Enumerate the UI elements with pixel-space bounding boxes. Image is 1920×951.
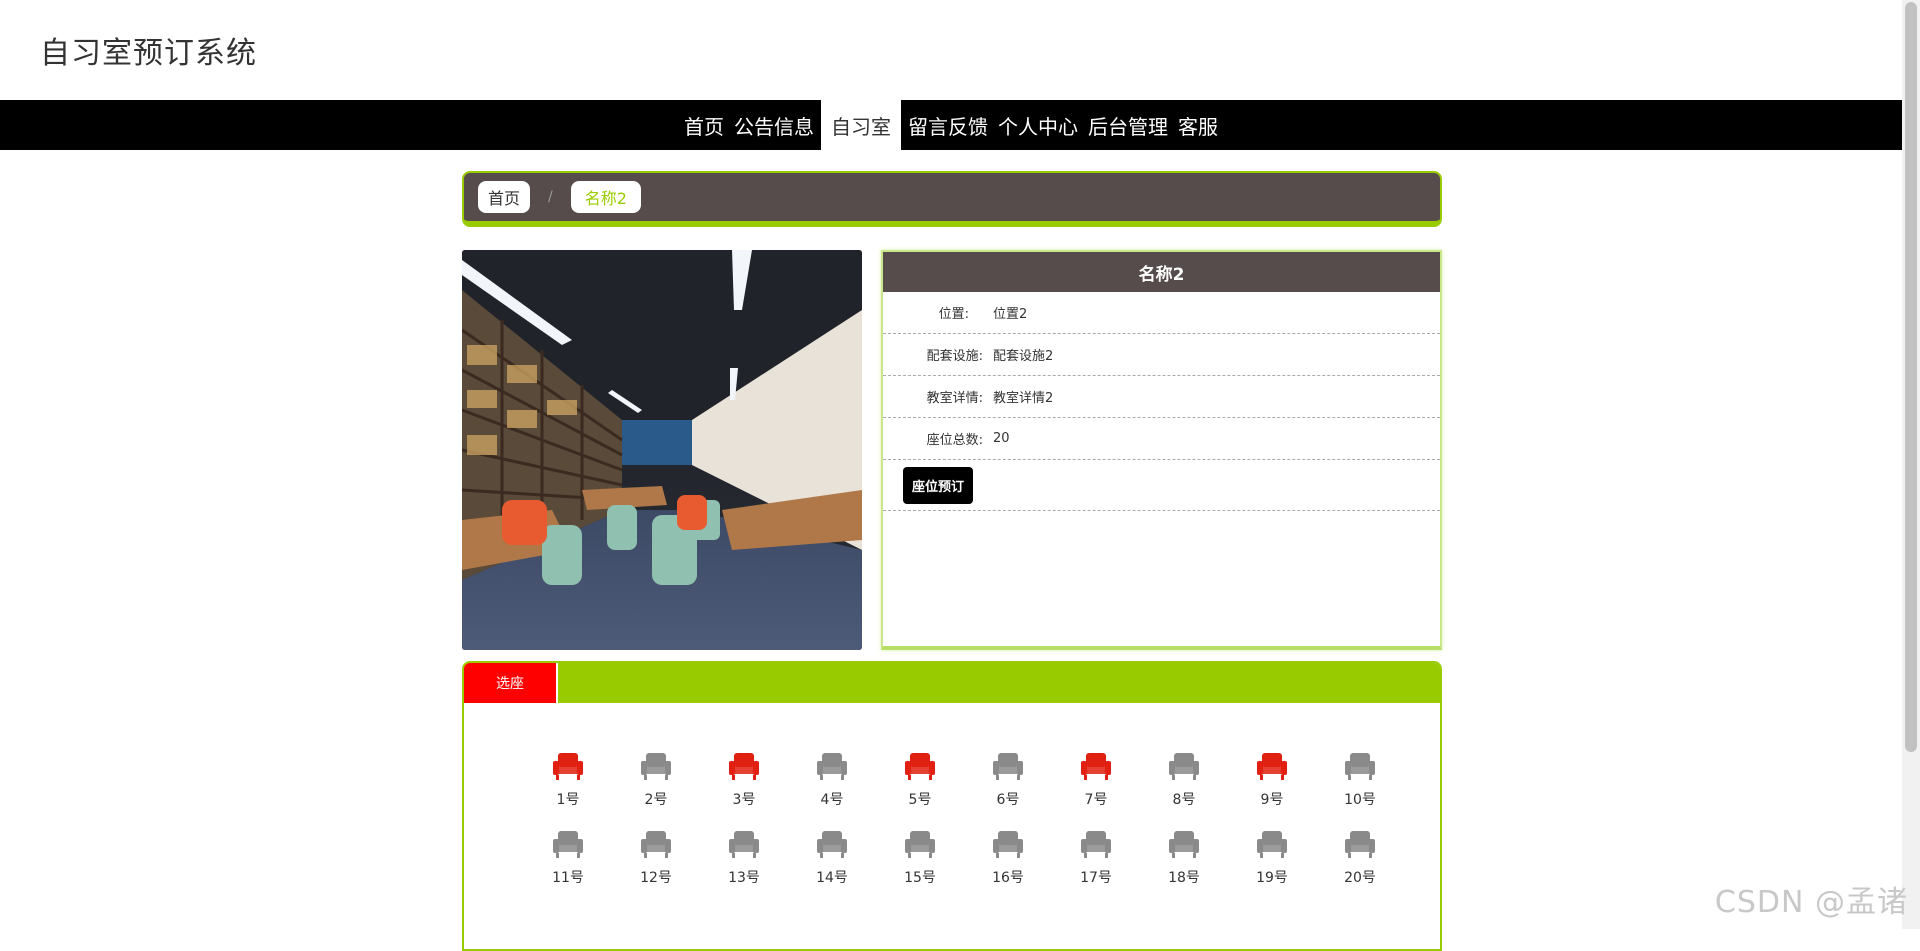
location-label: 位置: [938,307,969,322]
breadcrumb-home[interactable]: 首页 [478,181,531,213]
seat-label: 12号 [640,870,672,886]
seat-label: 19号 [1256,870,1288,886]
armchair-icon [817,831,847,858]
details-value: 教室详情2 [993,391,1054,406]
armchair-icon [553,831,583,858]
seat-16[interactable]: 16号 [964,829,1052,887]
armchair-icon [1345,753,1375,780]
nav-item-study-room[interactable]: 自习室 [821,100,901,150]
armchair-icon [553,753,583,780]
seat-label: 1号 [556,792,580,808]
armchair-icon [1345,831,1375,858]
seat-3[interactable]: 3号 [700,751,788,809]
info-row-facilities: 配套设施: 配套设施2 [883,334,1440,376]
seat-8[interactable]: 8号 [1140,751,1228,809]
armchair-icon [1081,753,1111,780]
seat-2[interactable]: 2号 [612,751,700,809]
nav-item-announcements[interactable]: 公告信息 [729,100,819,150]
main-nav: 首页 公告信息 自习室 留言反馈 个人中心 后台管理 客服 [0,100,1902,150]
info-row-location: 位置: 位置2 [883,292,1440,334]
armchair-icon [729,753,759,780]
seat-label: 11号 [552,870,584,886]
armchair-icon [641,831,671,858]
armchair-icon [817,753,847,780]
seat-label: 15号 [904,870,936,886]
nav-item-customer-service[interactable]: 客服 [1173,100,1223,150]
armchair-icon [1257,753,1287,780]
seat-label: 14号 [816,870,848,886]
armchair-icon [1169,831,1199,858]
watermark: CSDN @孟诸 [1714,885,1908,920]
seat-label: 4号 [820,792,844,808]
nav-item-personal-center[interactable]: 个人中心 [993,100,1083,150]
seat-18[interactable]: 18号 [1140,829,1228,887]
seat-label: 9号 [1260,792,1284,808]
room-info-panel: 名称2 位置: 位置2 配套设施: 配套设施2 教室详情: 教室详情2 座位总数… [881,250,1442,650]
armchair-icon [993,753,1023,780]
seat-total-value: 20 [993,431,1010,446]
seat-selection-panel: 选座 1号 2号 3号 4号 5号 6号 7号 8号 9号 10号 11号 12号 13号 14号 15号 1… [462,661,1442,951]
seat-label: 2号 [644,792,668,808]
seat-label: 3号 [732,792,756,808]
seat-5[interactable]: 5号 [876,751,964,809]
armchair-icon [1081,831,1111,858]
seat-label: 8号 [1172,792,1196,808]
facilities-label: 配套设施: [926,349,983,364]
seat-20[interactable]: 20号 [1316,829,1404,887]
seat-14[interactable]: 14号 [788,829,876,887]
facilities-value: 配套设施2 [993,349,1054,364]
seat-10[interactable]: 10号 [1316,751,1404,809]
seat-4[interactable]: 4号 [788,751,876,809]
seat-9[interactable]: 9号 [1228,751,1316,809]
scrollbar-thumb[interactable] [1905,2,1917,752]
seat-grid: 1号 2号 3号 4号 5号 6号 7号 8号 9号 10号 11号 12号 13号 14号 15号 16号 1… [524,751,1404,887]
seat-label: 17号 [1080,870,1112,886]
seat-7[interactable]: 7号 [1052,751,1140,809]
page-scrollbar[interactable] [1902,0,1920,929]
seat-13[interactable]: 13号 [700,829,788,887]
details-label: 教室详情: [926,391,983,406]
seat-12[interactable]: 12号 [612,829,700,887]
seat-label: 13号 [728,870,760,886]
location-value: 位置2 [993,307,1028,322]
armchair-icon [1257,831,1287,858]
seat-label: 10号 [1344,792,1376,808]
seat-label: 5号 [908,792,932,808]
seat-label: 16号 [992,870,1024,886]
armchair-icon [641,753,671,780]
seat-1[interactable]: 1号 [524,751,612,809]
breadcrumb: 首页 / 名称2 [462,171,1442,227]
nav-item-admin[interactable]: 后台管理 [1083,100,1173,150]
armchair-icon [905,831,935,858]
seat-label: 6号 [996,792,1020,808]
seat-19[interactable]: 19号 [1228,829,1316,887]
room-photo [462,250,862,650]
info-row-details: 教室详情: 教室详情2 [883,376,1440,418]
seat-total-label: 座位总数: [926,433,983,448]
armchair-icon [1169,753,1199,780]
tab-select-seat[interactable]: 选座 [464,663,558,703]
seat-label: 7号 [1084,792,1108,808]
info-action-row: 座位预订 [883,460,1440,511]
seat-15[interactable]: 15号 [876,829,964,887]
seat-17[interactable]: 17号 [1052,829,1140,887]
breadcrumb-separator: / [548,189,553,205]
seat-tabs: 选座 [464,663,1440,703]
armchair-icon [993,831,1023,858]
site-title: 自习室预订系统 [40,36,257,71]
seat-label: 18号 [1168,870,1200,886]
seat-label: 20号 [1344,870,1376,886]
nav-item-home[interactable]: 首页 [679,100,729,150]
seat-6[interactable]: 6号 [964,751,1052,809]
armchair-icon [729,831,759,858]
info-row-seat-total: 座位总数: 20 [883,418,1440,460]
book-seat-button[interactable]: 座位预订 [903,466,974,504]
armchair-icon [905,753,935,780]
breadcrumb-current: 名称2 [570,181,641,213]
room-name: 名称2 [883,252,1440,292]
seat-11[interactable]: 11号 [524,829,612,887]
nav-item-feedback[interactable]: 留言反馈 [903,100,993,150]
